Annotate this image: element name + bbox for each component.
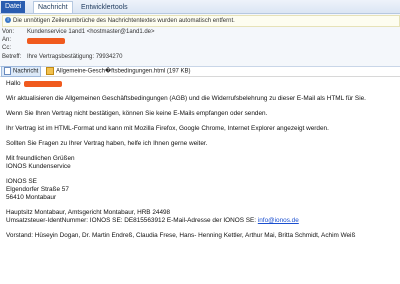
cc-row: Cc: xyxy=(2,44,27,52)
email-link[interactable]: info@ionos.de xyxy=(258,217,299,224)
cc-label: Cc: xyxy=(2,45,11,51)
attachment-message[interactable]: Nachricht xyxy=(1,66,42,77)
subject-value: Ihre Vertragsbestätigung: 79934270 xyxy=(27,54,123,60)
closing-line-1: Mit freundlichen Grüßen xyxy=(6,155,75,162)
to-label: An: xyxy=(2,37,12,43)
paragraph-4: Sollten Sie Fragen zu Ihrer Vertrag habe… xyxy=(6,140,208,147)
attachment-bar: Nachricht Allgemeine-Gesch�ftsbedingunge… xyxy=(0,66,400,77)
board-info: Vorstand: Hüseyin Dogan, Dr. Martin Endr… xyxy=(6,232,356,239)
message-icon xyxy=(4,67,11,75)
subject-label: Betreff: xyxy=(2,54,22,60)
redacted-recipient xyxy=(27,38,65,44)
info-icon: i xyxy=(5,17,11,24)
to-row: An: xyxy=(2,36,27,44)
info-bar[interactable]: i Die unnötigen Zeilenumbrüche des Nachri… xyxy=(2,15,400,27)
from-row: Von: Kundenservice 1and1 <hostmaster@1and… xyxy=(2,28,155,36)
subject-row: Betreff: Ihre Vertragsbestätigung: 799342… xyxy=(2,53,122,61)
attachment-html-file[interactable]: Allgemeine-Gesch�ftsbedingungen.html (19… xyxy=(44,67,193,76)
html-file-icon xyxy=(46,67,54,75)
company-street: Elgendorfer Straße 57 xyxy=(6,186,69,193)
redacted-name xyxy=(24,81,62,87)
tab-file[interactable]: Datei xyxy=(1,1,26,13)
paragraph-2: Wenn Sie Ihren Vertrag nicht bestätigen,… xyxy=(6,110,268,117)
company-city: 56410 Montabaur xyxy=(6,194,57,201)
info-bar-text: Die unnötigen Zeilenumbrüche des Nachric… xyxy=(13,18,235,24)
from-label: Von: xyxy=(2,29,15,35)
paragraph-3: Ihr Vertrag ist im HTML-Format und kann … xyxy=(6,125,329,132)
vat-info: Umsatzsteuer-IdentNummer: IONOS SE: DE81… xyxy=(6,217,299,224)
greeting: Hallo xyxy=(6,80,21,87)
closing-line-2: IONOS Kundenservice xyxy=(6,163,71,170)
tab-message[interactable]: Nachricht xyxy=(33,1,73,13)
company-name: IONOS SE xyxy=(6,178,37,185)
message-header: i Die unnötigen Zeilenumbrüche des Nachri… xyxy=(0,14,400,67)
from-value[interactable]: Kundenservice 1and1 <hostmaster@1and1.de… xyxy=(27,29,155,35)
paragraph-1: Wir aktualisieren die Allgemeinen Geschä… xyxy=(6,95,366,102)
message-body: Hallo Wir aktualisieren die Allgemeinen … xyxy=(6,80,396,240)
registry-info: Hauptsitz Montabaur, Amtsgericht Montaba… xyxy=(6,209,171,216)
ribbon-tabs: Datei Nachricht Entwicklertools xyxy=(0,0,400,14)
tab-developer-tools[interactable]: Entwicklertools xyxy=(77,2,132,13)
